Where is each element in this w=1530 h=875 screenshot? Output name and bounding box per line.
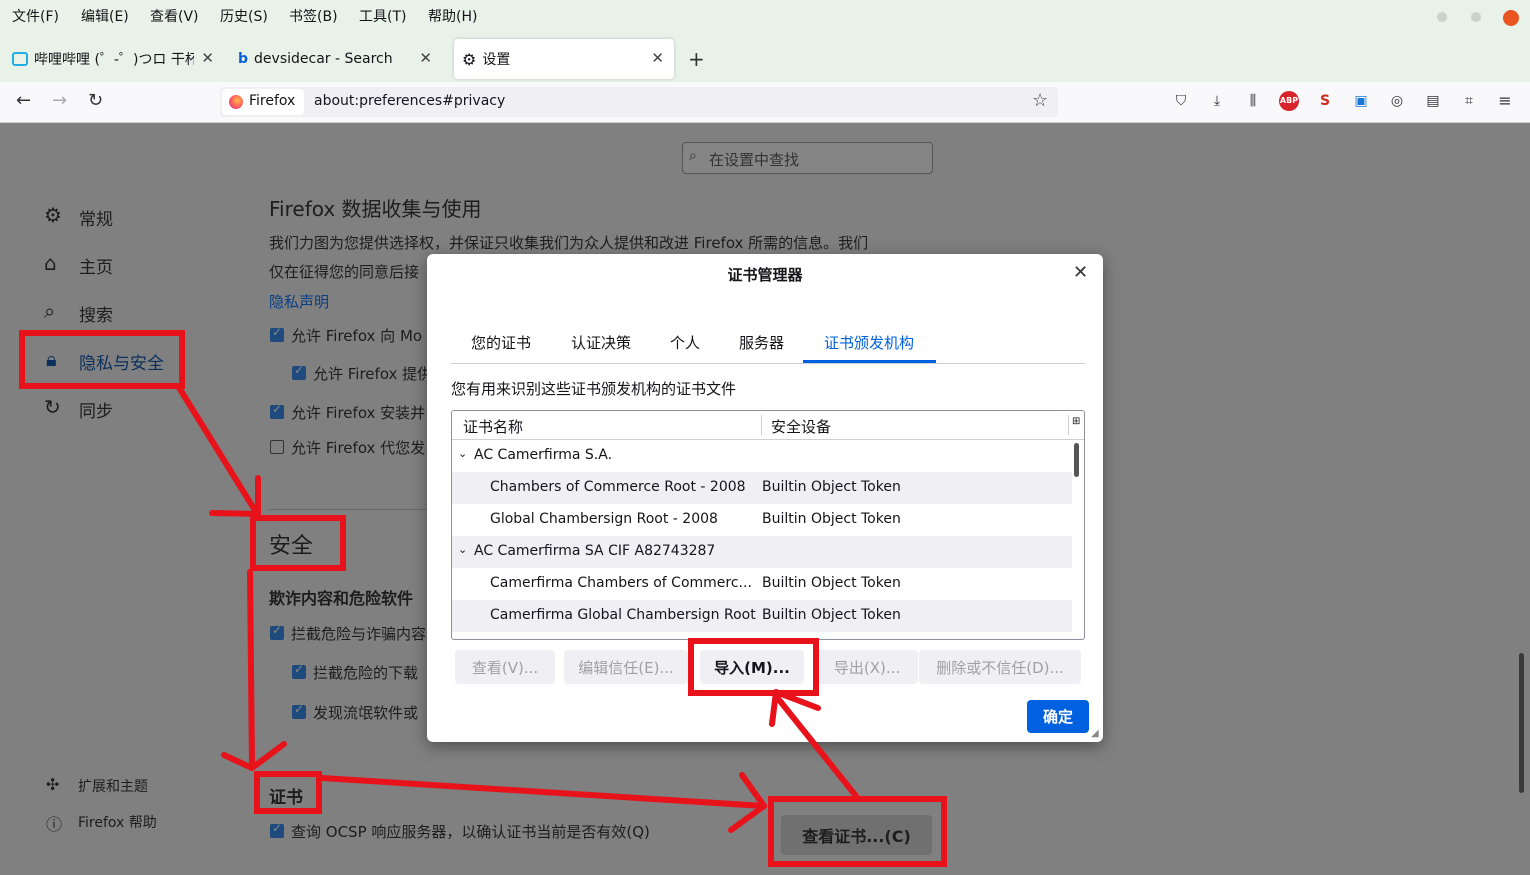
arrow-view-to-import [773, 693, 859, 799]
arrow-security-to-certificates [247, 569, 255, 769]
arrow-privacy-to-security [175, 383, 259, 515]
arrow-certificates-to-view-button [319, 775, 767, 809]
annotation-arrows [175, 383, 859, 833]
